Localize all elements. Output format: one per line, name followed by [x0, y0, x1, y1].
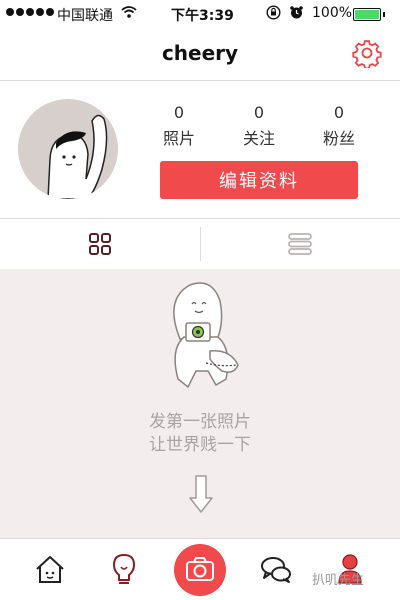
status-bar: 中国联通 下午3:39 100%	[0, 0, 400, 28]
stat-photos[interactable]: 0 照片	[149, 103, 209, 151]
nav-bar: cheery	[0, 28, 400, 81]
stat-label: 粉丝	[322, 129, 355, 148]
status-time: 下午3:39	[171, 8, 234, 24]
settings-button[interactable]	[352, 38, 382, 70]
bottom-tab-bar: 扒叽先生	[0, 538, 400, 600]
stat-label: 关注	[242, 129, 275, 148]
stat-value: 0	[333, 103, 345, 122]
stat-value: 0	[173, 103, 185, 122]
profile-header: 0 照片 0 关注 0 粉丝 编辑资料	[0, 81, 400, 218]
wifi-icon	[121, 5, 137, 23]
camera-icon	[186, 557, 214, 581]
photo-feed-empty: 发第一张照片 让世界贱一下	[0, 269, 400, 538]
tab-messages[interactable]	[256, 549, 296, 589]
signal-strength-icon	[6, 8, 54, 16]
empty-state-message: 发第一张照片 让世界贱一下	[0, 411, 400, 457]
tab-discover[interactable]	[104, 549, 144, 589]
empty-state-illustration	[173, 282, 239, 389]
tab-home[interactable]	[30, 549, 70, 589]
app-screen: 中国联通 下午3:39 100% cheery 0 照片 0 关注 0 粉丝 编…	[0, 0, 400, 600]
battery-icon	[353, 8, 385, 21]
watermark: 扒叽先生	[312, 573, 365, 588]
stat-followers[interactable]: 0 粉丝	[309, 103, 369, 151]
arrow-down-icon	[189, 475, 213, 513]
stat-label: 照片	[162, 129, 195, 148]
empty-state-line-2: 让世界贱一下	[149, 435, 251, 455]
grid-icon	[89, 233, 111, 255]
stat-following[interactable]: 0 关注	[229, 103, 289, 151]
stat-value: 0	[253, 103, 265, 122]
home-icon	[36, 556, 64, 583]
rotation-lock-icon	[266, 5, 281, 24]
alarm-icon	[289, 5, 304, 24]
lightbulb-icon	[112, 553, 136, 584]
empty-state-line-1: 发第一张照片	[149, 412, 251, 432]
tab-grid-view[interactable]	[0, 219, 200, 269]
list-icon	[288, 233, 312, 255]
edit-profile-button[interactable]: 编辑资料	[160, 161, 358, 199]
view-toggle-tabs	[0, 218, 400, 270]
camera-button[interactable]	[174, 544, 226, 596]
chat-icon	[261, 557, 291, 583]
battery-percent: 100%	[312, 5, 353, 21]
avatar[interactable]	[18, 99, 118, 199]
avatar-illustration	[47, 114, 108, 199]
carrier-name: 中国联通	[57, 8, 113, 24]
page-title: cheery	[161, 41, 239, 65]
tab-list-view[interactable]	[200, 219, 400, 269]
gear-icon	[352, 40, 382, 70]
